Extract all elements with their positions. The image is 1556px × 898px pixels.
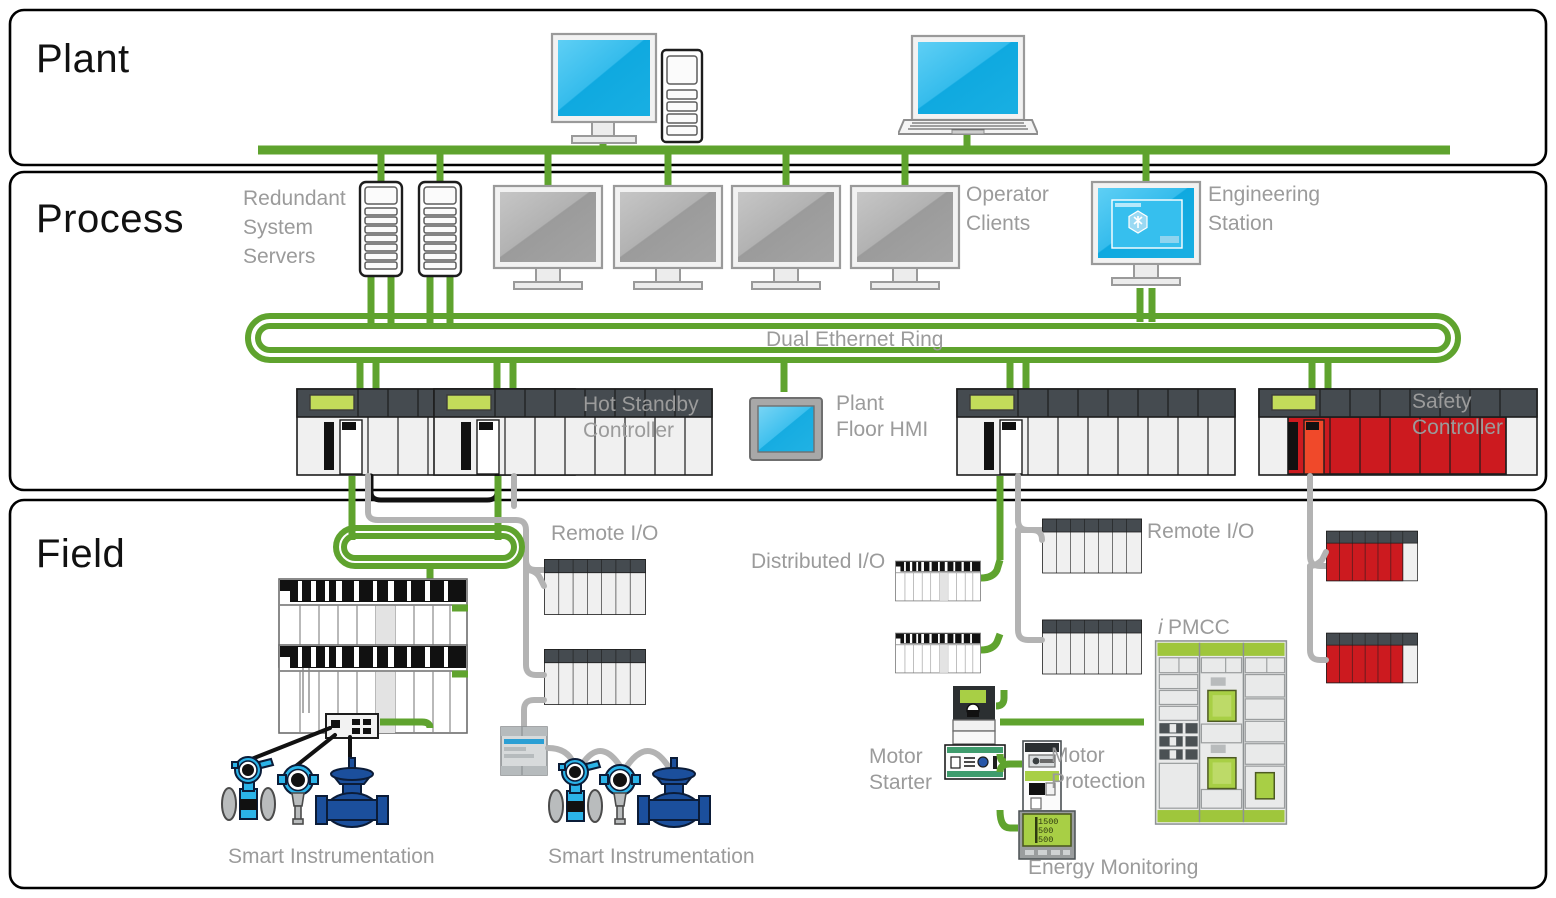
safety-remote-io-2[interactable] (1326, 632, 1418, 684)
plant-floor-hmi-label-l2: Floor HMI (836, 418, 928, 441)
dual-ethernet-ring-label: Dual Ethernet Ring (766, 328, 943, 351)
ipmcc-cabinet[interactable] (1154, 640, 1288, 825)
diagram-canvas: 1500 500 500 (0, 0, 1556, 898)
safety-controller-label-l1: Safety (1412, 390, 1472, 413)
remote-io-center-2[interactable] (1042, 619, 1142, 675)
hot-standby-label-l2: Controller (583, 419, 674, 442)
distributed-io-right-1[interactable] (895, 560, 981, 602)
variable-speed-drive[interactable] (952, 685, 996, 745)
motor-protection-label-l1: Motor (1051, 744, 1105, 767)
redundant-server-b[interactable] (417, 180, 463, 278)
plant-layer-panel (8, 8, 1548, 167)
fieldbus-gateway-center[interactable] (500, 726, 548, 776)
plant-floor-hmi-label-l1: Plant (836, 392, 884, 415)
redundant-servers-label-l2: System (243, 216, 313, 239)
plant-layer-title: Plant (36, 37, 130, 81)
smart-instrumentation-label-center: Smart Instrumentation (548, 845, 755, 868)
engineering-station-label-l1: Engineering (1208, 183, 1320, 206)
redundant-servers-label-l1: Redundant (243, 187, 346, 210)
hot-standby-label-l1: Hot Standby (583, 393, 699, 416)
architecture-diagram: 1500 500 500 (8, 8, 1548, 890)
engineering-station-label-l2: Station (1208, 212, 1273, 235)
remote-io-label-left: Remote I/O (551, 522, 658, 545)
distributed-io-label: Distributed I/O (751, 550, 885, 573)
safety-remote-io-1[interactable] (1326, 530, 1418, 582)
remote-io-center-1[interactable] (1042, 518, 1142, 574)
process-layer-title: Process (36, 197, 184, 241)
remote-io-left-2[interactable] (544, 648, 646, 706)
safety-controller-label-l2: Controller (1412, 416, 1503, 439)
motor-starter-label-l2: Starter (869, 771, 932, 794)
plant-floor-hmi[interactable] (749, 397, 823, 461)
redundant-servers-label-l3: Servers (243, 245, 315, 268)
laptop-workstation-icon[interactable] (898, 34, 1038, 136)
distributed-io-right-2[interactable] (895, 632, 981, 674)
smart-instrumentation-label-left: Smart Instrumentation (228, 845, 435, 868)
redundant-server-a[interactable] (358, 180, 404, 278)
operator-clients-label-l2: Clients (966, 212, 1030, 235)
energy-meter[interactable] (1018, 810, 1076, 860)
remote-io-left-1[interactable] (544, 558, 646, 616)
motor-starter-label-l1: Motor (869, 745, 923, 768)
process-controller[interactable] (956, 388, 1236, 476)
motor-protection-label-l2: Protection (1051, 770, 1146, 793)
energy-monitoring-label: Energy Monitoring (1028, 856, 1198, 879)
ipmcc-label: PMCC (1168, 616, 1230, 639)
remote-io-label-center: Remote I/O (1147, 520, 1254, 543)
field-layer-title: Field (36, 532, 125, 576)
motor-starter[interactable] (944, 744, 1006, 780)
operator-clients-label-l1: Operator (966, 183, 1049, 206)
